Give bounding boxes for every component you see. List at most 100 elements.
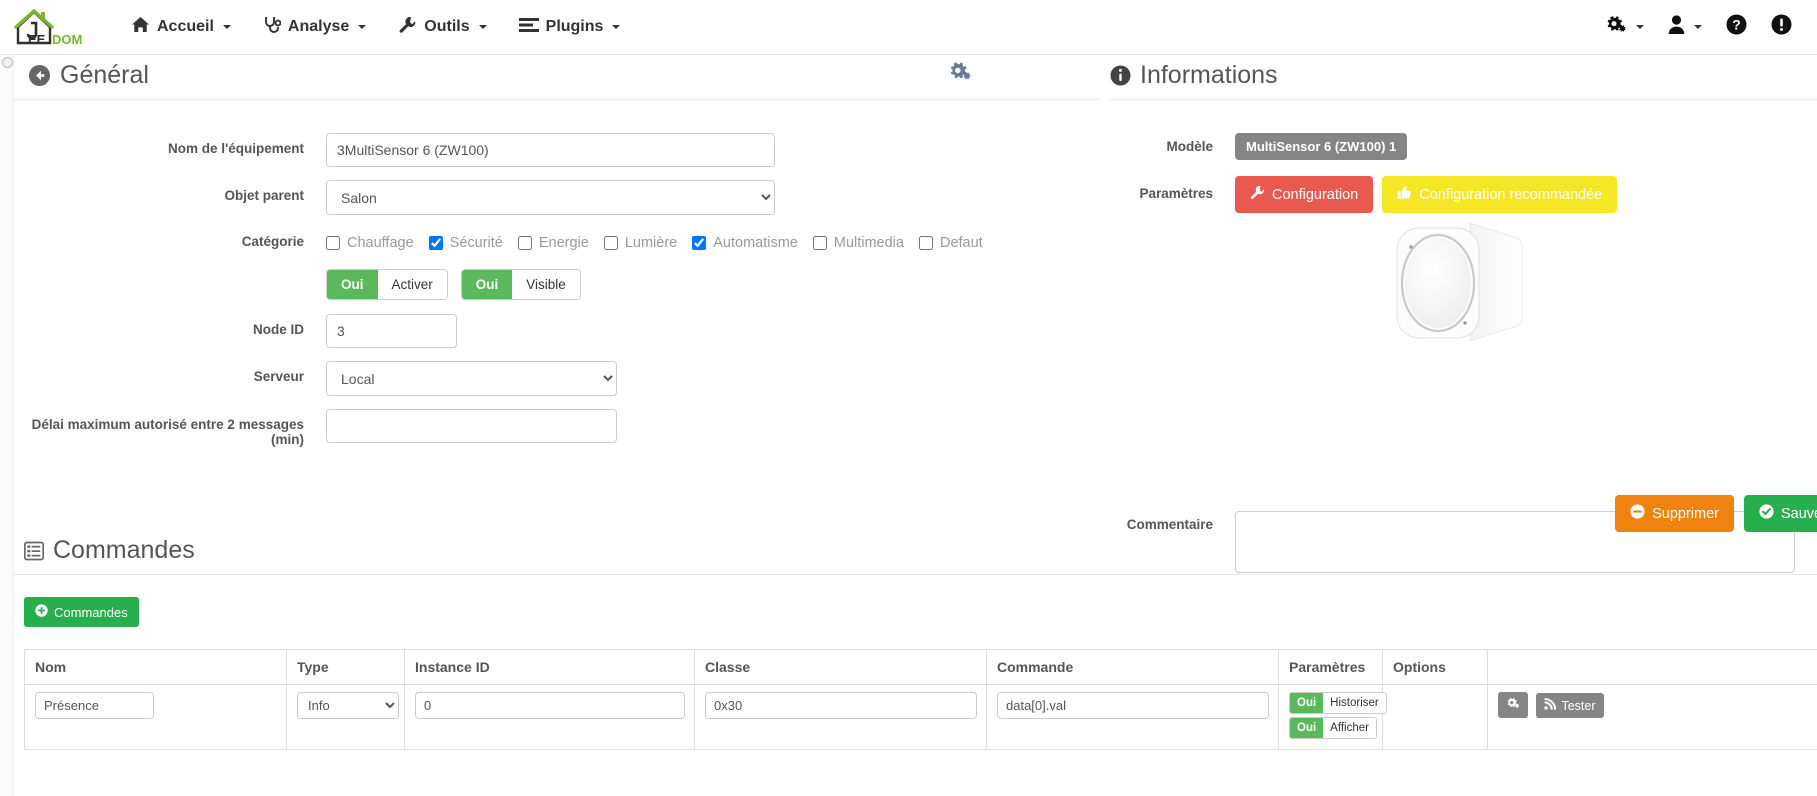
nav-label-accueil: Accueil <box>157 18 214 35</box>
toggle-activer[interactable]: Oui Activer <box>326 269 448 300</box>
svg-text:DOM: DOM <box>52 32 82 47</box>
field-row-node-id: Node ID <box>14 314 1099 348</box>
main-menu: Accueil Analyse Outils Plugins <box>118 7 633 48</box>
checkbox-lumiere[interactable]: Lumière <box>603 235 677 251</box>
input-nom-equipement[interactable] <box>326 133 775 167</box>
checkbox-securite[interactable]: Sécurité <box>428 235 503 251</box>
toggle-historiser-off[interactable]: Historiser <box>1323 693 1386 713</box>
input-node-id[interactable] <box>326 314 457 348</box>
nav-item-help[interactable]: ? <box>1715 5 1758 49</box>
wrench-icon <box>1250 185 1265 204</box>
gears-icon <box>1506 697 1520 713</box>
toggle-activer-on[interactable]: Oui <box>327 270 378 299</box>
user-icon <box>1668 15 1685 39</box>
back-arrow-icon[interactable] <box>28 64 51 87</box>
rss-icon <box>1544 698 1557 713</box>
input-commande-commande[interactable] <box>997 692 1269 719</box>
svg-text:EE: EE <box>28 32 46 47</box>
list-icon <box>24 541 44 561</box>
nav-item-settings[interactable] <box>1594 6 1655 49</box>
th-options: Options <box>1382 649 1488 685</box>
toggle-historiser[interactable]: Oui Historiser <box>1289 692 1387 714</box>
chevron-down-icon <box>478 25 487 29</box>
commande-config-button[interactable] <box>1498 692 1528 718</box>
checkbox-securite-input[interactable] <box>428 236 443 250</box>
top-navbar: EE DOM Accueil Analyse Outils Plugins ? <box>0 0 1817 55</box>
cell-nom <box>24 684 287 750</box>
checkbox-multimedia-input[interactable] <box>812 236 827 250</box>
plus-circle-icon <box>35 604 48 620</box>
th-classe: Classe <box>694 649 987 685</box>
checkbox-energie[interactable]: Energie <box>517 235 589 251</box>
nav-item-user[interactable] <box>1657 6 1713 48</box>
field-row-delai: Délai maximum autorisé entre 2 messages … <box>14 409 1099 447</box>
nav-label-outils: Outils <box>424 18 470 35</box>
configuration-button[interactable]: Configuration <box>1235 176 1374 213</box>
chevron-down-icon <box>1636 25 1644 29</box>
checkbox-chauffage[interactable]: Chauffage <box>326 235 414 251</box>
input-delai-max[interactable] <box>326 409 617 443</box>
select-objet-parent[interactable]: Salon <box>326 180 775 215</box>
gears-icon <box>1605 15 1627 40</box>
general-gear-button[interactable] <box>948 61 972 88</box>
toggle-historiser-on[interactable]: Oui <box>1290 693 1324 713</box>
checkbox-defaut-input[interactable] <box>918 236 933 250</box>
checkbox-automatisme-input[interactable] <box>692 236 707 250</box>
toggle-afficher-on[interactable]: Oui <box>1290 718 1324 738</box>
nav-item-plugins[interactable]: Plugins <box>506 8 634 47</box>
sauvegarder-button[interactable]: Sauvegarder <box>1743 495 1817 532</box>
checkbox-chauffage-input[interactable] <box>326 236 340 250</box>
page-body: Général Nom de l'équipement Objet parent… <box>0 55 1817 796</box>
input-commande-classe[interactable] <box>705 692 977 719</box>
checkbox-multimedia-label: Multimedia <box>833 235 904 251</box>
field-row-nom: Nom de l'équipement <box>14 133 1099 167</box>
th-type: Type <box>286 649 405 685</box>
select-commande-type[interactable]: Info <box>297 692 399 719</box>
th-parametres: Paramètres <box>1278 649 1383 685</box>
toggle-visible-off[interactable]: Visible <box>512 270 580 299</box>
wrench-icon <box>398 16 417 39</box>
th-instance-id: Instance ID <box>404 649 695 685</box>
add-commande-button[interactable]: Commandes <box>24 597 139 627</box>
panel-informations: Informations Modèle MultiSensor 6 (ZW100… <box>1110 55 1817 578</box>
checkbox-energie-input[interactable] <box>517 236 532 250</box>
commande-tester-button[interactable]: Tester <box>1536 693 1604 718</box>
label-modele: Modèle <box>1166 139 1213 154</box>
panel-general: Général Nom de l'équipement Objet parent… <box>14 55 1099 447</box>
nav-item-analyse[interactable]: Analyse <box>250 7 379 48</box>
table-header-row: Nom Type Instance ID Classe Commande Par… <box>24 649 1817 685</box>
toggle-afficher-off[interactable]: Afficher <box>1323 718 1376 738</box>
checkbox-automatisme[interactable]: Automatisme <box>692 235 798 251</box>
field-row-serveur: Serveur Local <box>14 361 1099 396</box>
stethoscope-icon <box>263 16 282 39</box>
th-commande: Commande <box>986 649 1279 685</box>
label-objet-parent: Objet parent <box>224 188 304 203</box>
checkbox-lumiere-input[interactable] <box>603 236 618 250</box>
checkbox-defaut[interactable]: Defaut <box>918 235 983 251</box>
label-parametres: Paramètres <box>1139 186 1213 201</box>
thumbs-up-icon <box>1397 185 1412 204</box>
commandes-legend-title: Commandes <box>53 536 195 564</box>
nav-item-outils[interactable]: Outils <box>385 7 499 48</box>
input-commande-instance-id[interactable] <box>415 692 685 719</box>
select-serveur[interactable]: Local <box>326 361 617 396</box>
configuration-recommandee-button[interactable]: Configuration recommandée <box>1382 176 1618 213</box>
sidebar-collapse-handle[interactable] <box>2 57 13 68</box>
nav-item-accueil[interactable]: Accueil <box>118 7 244 47</box>
toggle-activer-off[interactable]: Activer <box>377 270 447 299</box>
plugins-icon <box>518 17 539 38</box>
section-commandes: Commandes Commandes Nom Type Instance ID… <box>14 530 1817 750</box>
label-delai: Délai maximum autorisé entre 2 messages … <box>31 417 304 447</box>
field-row-modele: Modèle MultiSensor 6 (ZW100) 1 <box>1110 133 1817 160</box>
toggle-afficher[interactable]: Oui Afficher <box>1289 717 1377 739</box>
device-image <box>1375 210 1535 355</box>
checkbox-multimedia[interactable]: Multimedia <box>812 235 904 251</box>
toggle-visible-on[interactable]: Oui <box>461 270 513 299</box>
nav-label-plugins: Plugins <box>545 18 604 35</box>
supprimer-button[interactable]: Supprimer <box>1615 495 1734 532</box>
input-commande-nom[interactable] <box>35 692 154 719</box>
jeedom-logo[interactable]: EE DOM <box>14 5 92 49</box>
nav-item-alerts[interactable] <box>1760 5 1803 49</box>
label-serveur: Serveur <box>253 369 304 384</box>
toggle-visible[interactable]: Oui Visible <box>460 269 581 300</box>
